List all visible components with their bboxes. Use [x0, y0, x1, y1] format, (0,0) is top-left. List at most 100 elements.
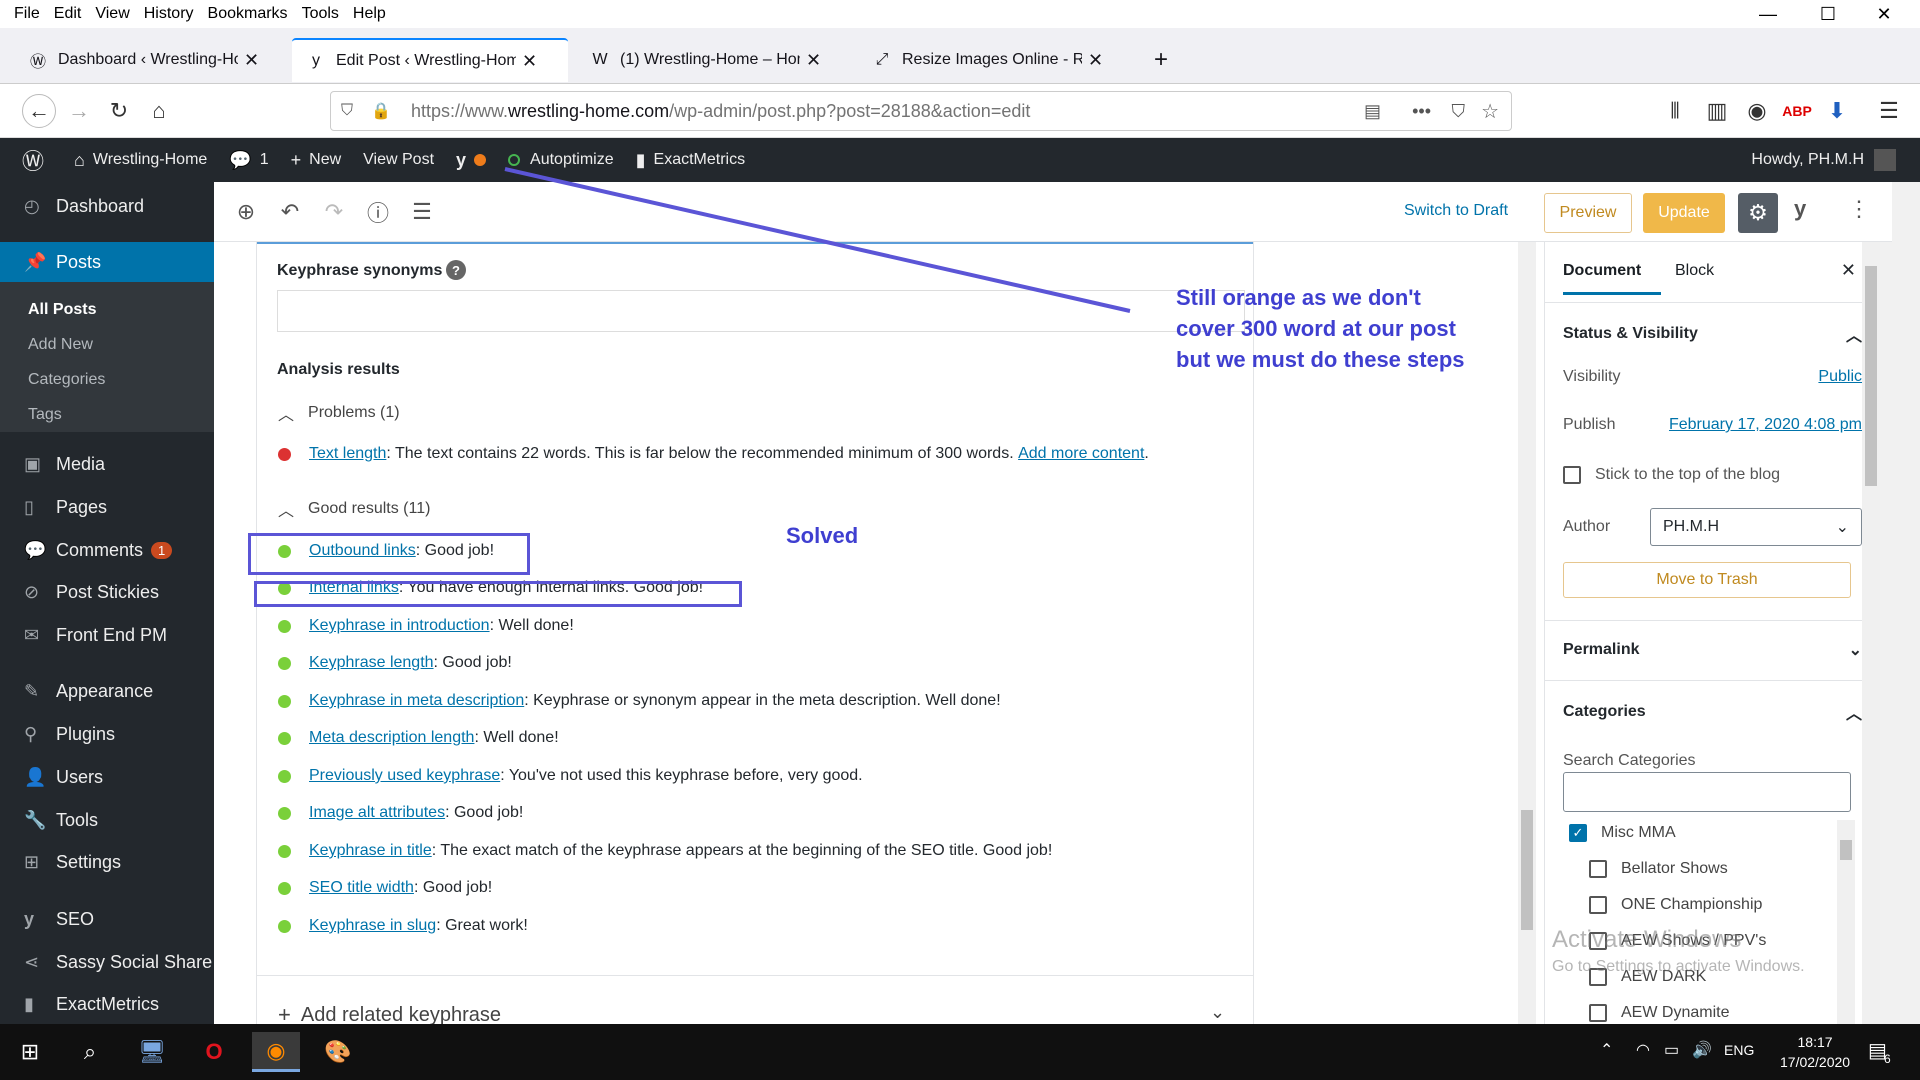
submenu-all-posts[interactable]: All Posts — [28, 301, 96, 319]
good-result-link[interactable]: Keyphrase in meta description — [309, 692, 524, 710]
add-more-content-link[interactable]: Add more content — [1018, 445, 1144, 463]
yoast-icon[interactable]: y — [1794, 196, 1806, 222]
download-icon[interactable]: ⬇ — [1820, 94, 1854, 128]
good-result-link[interactable]: Keyphrase in slug — [309, 917, 436, 935]
good-results-toggle[interactable]: ︿ Good results (11) — [278, 497, 430, 521]
undo-icon[interactable]: ↶ — [274, 196, 306, 228]
category-item[interactable]: Bellator Shows — [1589, 860, 1728, 878]
autoptimize-link[interactable]: Autoptimize — [508, 151, 614, 169]
menu-history[interactable]: History — [144, 5, 194, 23]
tab-wrestling-home[interactable]: W (1) Wrestling-Home – Home of ✕ — [576, 38, 852, 82]
category-item[interactable]: AEW Shows / PPV's — [1589, 932, 1766, 950]
scrollbar-thumb[interactable] — [1840, 840, 1852, 860]
hamburger-menu-icon[interactable]: ☰ — [1872, 94, 1906, 128]
back-icon[interactable]: ← — [22, 94, 56, 128]
sidebar-item-settings[interactable]: ⊞ Settings — [0, 842, 214, 882]
menu-file[interactable]: File — [14, 5, 40, 23]
settings-gear-icon[interactable]: ⚙ — [1738, 193, 1778, 233]
category-item[interactable]: AEW DARK — [1589, 968, 1706, 986]
author-select[interactable]: PH.M.H ⌄ — [1650, 508, 1862, 546]
tab-edit-post[interactable]: y Edit Post ‹ Wrestling-Home — ✕ — [292, 38, 568, 82]
search-categories-input[interactable] — [1563, 772, 1851, 812]
submenu-add-new[interactable]: Add New — [28, 336, 93, 354]
update-button[interactable]: Update — [1643, 193, 1725, 233]
pocket-icon[interactable]: ⛉ — [1452, 101, 1466, 122]
sidebar-item-front-end-pm[interactable]: ✉ Front End PM — [0, 615, 214, 655]
close-tab-icon[interactable]: ✕ — [806, 50, 821, 71]
content-scrollbar[interactable] — [1518, 242, 1536, 1024]
category-checkbox[interactable] — [1589, 896, 1607, 914]
category-checkbox[interactable] — [1589, 968, 1607, 986]
clock[interactable]: 18:17 17/02/2020 — [1780, 1032, 1850, 1072]
submenu-tags[interactable]: Tags — [28, 406, 62, 424]
sidebar-item-comments[interactable]: 💬 Comments 1 — [0, 530, 214, 570]
more-options-icon[interactable]: ⋮ — [1848, 196, 1870, 222]
good-result-link[interactable]: Image alt attributes — [309, 804, 445, 822]
sidebar-item-posts[interactable]: 📌 Posts — [0, 242, 214, 282]
library-icon[interactable]: ⫴ — [1658, 94, 1692, 128]
stick-to-top-checkbox[interactable] — [1563, 466, 1581, 484]
good-result-link[interactable]: Keyphrase length — [309, 654, 434, 672]
bookmark-star-icon[interactable]: ☆ — [1481, 99, 1499, 124]
close-tab-icon[interactable]: ✕ — [244, 50, 259, 71]
comments-link[interactable]: 💬 1 — [229, 150, 268, 171]
new-tab-button[interactable]: + — [1140, 38, 1180, 82]
visibility-value[interactable]: Public — [1818, 368, 1862, 386]
scrollbar-thumb[interactable] — [1521, 810, 1533, 930]
keyphrase-synonyms-input[interactable] — [277, 290, 1245, 332]
page-actions-icon[interactable]: ••• — [1412, 101, 1431, 122]
problem-link[interactable]: Text length — [309, 445, 386, 463]
good-result-link[interactable]: Previously used keyphrase — [309, 767, 500, 785]
permalink-header[interactable]: Permalink ⌄ — [1563, 640, 1862, 660]
submenu-categories[interactable]: Categories — [28, 371, 105, 389]
exactmetrics-link[interactable]: ▮ ExactMetrics — [636, 150, 745, 171]
howdy-user[interactable]: Howdy, PH.M.H — [1751, 151, 1864, 169]
maximize-icon[interactable]: ☐ — [1800, 0, 1856, 28]
close-tab-icon[interactable]: ✕ — [1088, 50, 1103, 71]
sidebar-item-exactmetrics[interactable]: ▮ ExactMetrics — [0, 984, 214, 1024]
sidebar-item-post-stickies[interactable]: ⊘ Post Stickies — [0, 572, 214, 612]
close-tab-icon[interactable]: ✕ — [522, 51, 537, 72]
sidebar-item-tools[interactable]: 🔧 Tools — [0, 800, 214, 840]
sidebar-item-sassy-social-share[interactable]: ⋖ Sassy Social Share — [0, 942, 214, 982]
menu-help[interactable]: Help — [353, 5, 386, 23]
avatar[interactable] — [1874, 149, 1896, 171]
sidebar-item-dashboard[interactable]: ◴ Dashboard — [0, 186, 214, 226]
view-post-link[interactable]: View Post — [363, 151, 434, 169]
reload-icon[interactable]: ↻ — [102, 94, 136, 128]
sidebar-item-appearance[interactable]: ✎ Appearance — [0, 671, 214, 711]
preview-button[interactable]: Preview — [1544, 193, 1632, 233]
category-checkbox[interactable]: ✓ — [1569, 824, 1587, 842]
language-indicator[interactable]: ENG — [1724, 1042, 1754, 1058]
category-item[interactable]: ONE Championship — [1589, 896, 1762, 914]
stick-to-top-row[interactable]: Stick to the top of the blog — [1563, 466, 1862, 484]
outline-icon[interactable]: ☰ — [406, 196, 438, 228]
menu-tools[interactable]: Tools — [302, 5, 339, 23]
close-window-icon[interactable]: ✕ — [1856, 0, 1912, 28]
windows-start-icon[interactable]: ⊞ — [6, 1032, 54, 1072]
home-icon[interactable]: ⌂ — [142, 94, 176, 128]
scrollbar-thumb[interactable] — [1865, 266, 1877, 486]
info-icon[interactable]: ⓘ — [362, 196, 394, 228]
redo-icon[interactable]: ↷ — [318, 196, 350, 228]
battery-icon[interactable]: ▭ — [1664, 1040, 1679, 1060]
account-icon[interactable]: ◉ — [1740, 94, 1774, 128]
close-icon[interactable]: ✕ — [1841, 260, 1856, 281]
category-item[interactable]: ✓ Misc MMA — [1569, 824, 1676, 842]
minimize-icon[interactable]: — — [1740, 0, 1796, 28]
menu-view[interactable]: View — [95, 5, 129, 23]
menu-bookmarks[interactable]: Bookmarks — [208, 5, 288, 23]
adblock-icon[interactable]: ABP — [1780, 94, 1814, 128]
chevron-down-icon[interactable]: ⌄ — [1210, 1002, 1225, 1023]
sidebar-item-plugins[interactable]: ⚲ Plugins — [0, 714, 214, 754]
tab-resize-images[interactable]: ⤢ Resize Images Online - Reduce ✕ — [858, 38, 1134, 82]
tab-document[interactable]: Document — [1563, 262, 1661, 295]
move-to-trash-button[interactable]: Move to Trash — [1563, 562, 1851, 598]
good-result-link[interactable]: Keyphrase in title — [309, 842, 432, 860]
sidebar-item-media[interactable]: ▣ Media — [0, 444, 214, 484]
url-bar[interactable]: ⛉ 🔒 https://www. wrestling-home.com/wp-ad… — [330, 91, 1512, 131]
good-result-link[interactable]: Meta description length — [309, 729, 474, 747]
tab-dashboard[interactable]: Ⓦ Dashboard ‹ Wrestling-Home ✕ — [14, 38, 290, 82]
tab-block[interactable]: Block — [1675, 262, 1714, 280]
site-name-link[interactable]: ⌂ Wrestling-Home — [74, 150, 207, 171]
